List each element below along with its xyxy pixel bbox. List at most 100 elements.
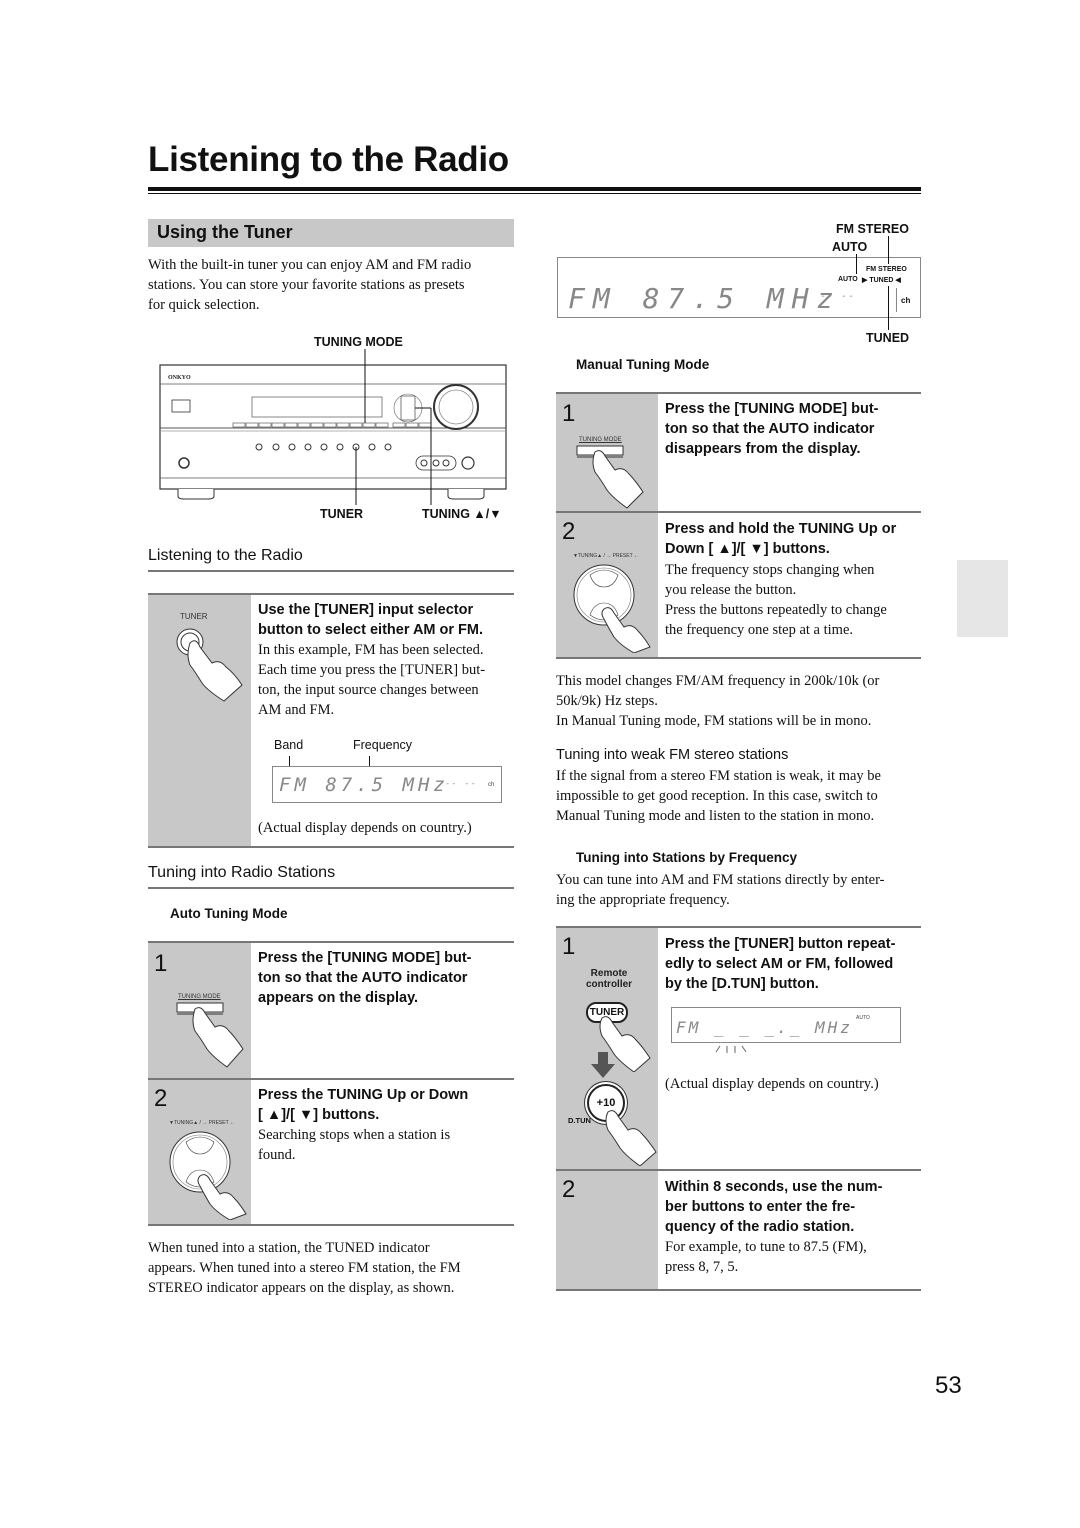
note-line: This model changes FM/AM frequency in 20… [556,673,880,689]
lcd-text: FM 87.5 MHz [568,282,842,315]
indicator-auto: AUTO [856,1015,870,1021]
closing-line: When tuned into a station, the TUNED ind… [148,1240,430,1256]
lcd-ch: ch [901,296,911,305]
tuner-icon-label: TUNER [180,612,208,621]
lcd-suffix: -- -- [445,779,478,789]
freq-line: ing the appropriate frequency. [556,892,730,908]
step-icon-panel: TUNER [148,595,251,847]
tuning-mode-button-press-icon [576,445,644,509]
step-icon-panel: 2 ▼TUNING▲ / → PRESET ← [148,1080,251,1224]
freq-line: You can tune into AM and FM stations dir… [556,872,885,888]
step-rule [148,846,514,848]
chapter-tab [957,560,1008,637]
intro-line: stations. You can store your favorite st… [148,277,465,293]
step-body-line: the frequency one step at a time. [665,622,854,638]
auto-step-2-content: Press the TUNING Up or Down [ ▲]/[ ▼] bu… [258,1085,518,1165]
section-title: Using the Tuner [157,222,293,242]
freq-step-1-content: Press the [TUNER] button repeat- edly to… [665,934,925,994]
step-title-line: Press the TUNING Up or Down [258,1087,469,1103]
closing-paragraph: When tuned into a station, the TUNED ind… [148,1238,518,1298]
step-title-line: button to select either AM or FM. [258,622,484,638]
remote-label: Remote controller [556,968,662,990]
subhead-rule [148,570,514,572]
remote-label-line: Remote [590,968,628,979]
tuning-dial-press-icon [169,1131,247,1220]
manual-tuning-mode-heading: Manual Tuning Mode [576,357,710,372]
indicator-auto: AUTO [838,276,858,283]
tuning-mode-button-press-icon [176,1002,244,1068]
step-icon-panel: 1 Remote controller TUNER +10 D.TUN [556,928,658,1169]
subhead-tuning-stations: Tuning into Radio Stations [148,864,336,881]
step-body-line: Searching stops when a station is [258,1127,451,1143]
closing-line: STEREO indicator appears on the display,… [148,1280,455,1296]
weak-stations-heading: Tuning into weak FM stereo stations [556,747,789,763]
lcd-text: FM 87.5 MHz [279,774,449,796]
page-title: Listening to the Radio [148,140,509,179]
step-body-line: you release the button. [665,582,797,598]
intro-line: for quick selection. [148,297,260,313]
step-title-line: edly to select AM or FM, followed [665,956,894,972]
step-body-line: Press the buttons repeatedly to change [665,602,887,618]
step-rule [556,657,921,659]
step-number: 1 [562,933,576,960]
step-rule [556,1289,921,1291]
step-body-line: found. [258,1147,296,1163]
step-body-line: press 8, 7, 5. [665,1259,739,1275]
receiver-front-panel-figure: TUNING MODE TUNER TUNING ▲/▼ ONKYO [148,333,528,528]
display-caption: (Actual display depends on country.) [258,820,472,836]
lcd-suffix: -- -- [820,291,856,302]
step-title-line: Press and hold the TUNING Up or [665,521,897,537]
subhead-rule [148,887,514,889]
manual-step-1-content: Press the [TUNING MODE] but- ton so that… [665,399,925,459]
lcd-display-band-frequency: FM 87.5 MHz -- -- ch [272,766,502,803]
note-line: 50k/9k) Hz steps. [556,693,658,709]
tuning-dial-press-icon [573,564,651,653]
step-body-line: ton, the input source changes between [258,682,479,698]
step-title-line: [ ▲]/[ ▼] buttons. [258,1107,380,1123]
lcd-display-indicators: FM 87.5 MHz -- -- FM STEREO AUTO ▶ TUNED… [557,257,921,318]
svg-text:ONKYO: ONKYO [168,375,191,381]
weak-line: Manual Tuning mode and listen to the sta… [556,808,875,824]
tuning-mode-icon-label: TUNING MODE [178,994,221,1000]
step-title-line: Press the [TUNING MODE] but- [665,401,879,417]
step-title-line: Use the [TUNER] input selector [258,602,474,618]
freq-tuning-paragraph: You can tune into AM and FM stations dir… [556,870,926,910]
step-title-line: quency of the radio station. [665,1219,855,1235]
lcd-text: FM _ _ _._ MHz [676,1018,853,1037]
dtun-label: D.TUN [568,1116,591,1125]
step-title-line: ton so that the AUTO indicator [258,970,468,986]
callout-tuned: TUNED [866,331,910,345]
step-number: 1 [562,400,576,427]
step-title-line: Down [ ▲]/[ ▼] buttons. [665,541,830,557]
step-title-line: disappears from the display. [665,441,861,457]
note-line: In Manual Tuning mode, FM stations will … [556,713,872,729]
intro-line: With the built-in tuner you can enjoy AM… [148,257,472,273]
auto-step-1-content: Press the [TUNING MODE] but- ton so that… [258,948,518,1008]
auto-callout-line [856,254,857,274]
step-title-line: Within 8 seconds, use the num- [665,1179,883,1195]
step-title-line: appears on the display. [258,990,419,1006]
manual-notes: This model changes FM/AM frequency in 20… [556,671,926,731]
step-body-line: In this example, FM has been selected. [258,642,484,658]
title-rule [148,187,921,191]
step-title-line: ber buttons to enter the fre- [665,1199,856,1215]
step-body-line: For example, to tune to 87.5 (FM), [665,1239,867,1255]
weak-stations-paragraph: If the signal from a stereo FM station i… [556,766,926,826]
freq-tuning-heading: Tuning into Stations by Frequency [576,850,798,865]
step-title-line: Press the [TUNER] button repeat- [665,936,896,952]
lcd-display-direct-tuning: FM _ _ _._ MHz AUTO [671,1007,901,1043]
auto-tuning-mode-heading: Auto Tuning Mode [170,906,288,921]
lcd-divider [896,288,897,312]
step-title-line: ton so that the AUTO indicator [665,421,875,437]
band-label: Band [274,738,304,752]
section-header-using-tuner: Using the Tuner [148,219,514,247]
step-number: 2 [154,1085,168,1112]
weak-line: If the signal from a stereo FM station i… [556,768,881,784]
closing-line: appears. When tuned into a stereo FM sta… [148,1260,461,1276]
step-body-line: Each time you press the [TUNER] but- [258,662,486,678]
blink-marks-icon [715,1045,747,1053]
tuning-preset-icon-label: ▼TUNING▲ / → PRESET ← [169,1120,235,1126]
freq-step-2-content: Within 8 seconds, use the num- ber butto… [665,1177,925,1277]
frequency-label: Frequency [353,738,413,752]
step-icon-panel: 2 ▼TUNING▲ / → PRESET ← [556,513,658,657]
